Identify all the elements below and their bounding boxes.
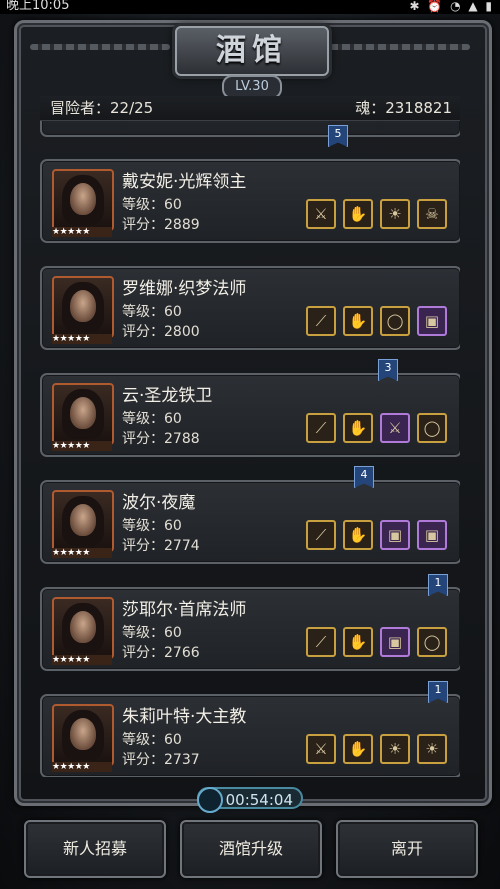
hero-portrait[interactable] (52, 276, 114, 338)
equipment-slot-icon[interactable]: ☠ (417, 199, 447, 229)
hero-level: 等级：60 (122, 732, 182, 748)
portrait-face (70, 718, 96, 750)
hero-card[interactable]: ★★★★★ 莎耶尔·首席法师等级：60 评分：2766 ⟋ ✋ ▣ ◯ (40, 587, 460, 671)
equipment-slot-icon[interactable]: ▣ (380, 627, 410, 657)
equipment-slot-icon[interactable]: ▣ (417, 520, 447, 550)
portrait-face (70, 183, 96, 215)
hero-name: 云·圣龙铁卫 (122, 386, 213, 406)
equipment-slot-icon[interactable]: ☀ (380, 199, 410, 229)
equipment-slot-icon[interactable]: ✋ (343, 520, 373, 550)
equipment-slot-icon[interactable]: ✋ (343, 627, 373, 657)
equipment-slot-icon[interactable]: ⟋ (306, 520, 336, 550)
hero-card[interactable]: ★★★★★ 戴安妮·光辉领主等级：60 评分：2889 ⚔ ✋ ☀ ☠ (40, 159, 460, 243)
soul-currency: 魂：2318821 (355, 99, 452, 117)
hero-card[interactable]: ★★★★★ 罗维娜·织梦法师等级：60 评分：2800 ⟋ ✋ ◯ ▣ (40, 266, 460, 350)
hero-portrait[interactable] (52, 597, 114, 659)
adventurer-count: 冒险者：22/25 (50, 99, 154, 117)
hero-name: 朱莉叶特·大主教 (122, 707, 247, 727)
hero-score: 评分：2737 (122, 752, 200, 768)
hero-card[interactable]: ★★★★★ 波尔·夜魔 等级：60 评分：2774 ⟋ ✋ ▣ ▣ (40, 480, 460, 564)
portrait-face (70, 397, 96, 429)
status-time: 晚上10:05 (6, 0, 70, 13)
equipment-slot-icon[interactable]: ✋ (343, 199, 373, 229)
hero-level: 等级：60 (122, 411, 182, 427)
hero-card-partial[interactable] (40, 121, 460, 137)
hero-score: 评分：2788 (122, 431, 200, 447)
hero-list[interactable]: ★★★★★ 戴安妮·光辉领主 等级：60 评分：2889 ⚔ ✋ ☀ ☠ ★★★★★ 罗维娜·织梦… (40, 121, 460, 777)
hero-portrait[interactable] (52, 169, 114, 231)
recruit-button[interactable]: 新人招募 (24, 820, 166, 878)
hero-score: 评分：2766 (122, 645, 200, 661)
chain-decoration-left (30, 44, 170, 50)
refresh-timer: 00:54:04 (197, 787, 303, 813)
equipment-slot-icon[interactable]: ⟋ (306, 306, 336, 336)
equipment-slot-icon[interactable]: ☀ (417, 734, 447, 764)
equipment-slot-icon[interactable]: ◯ (417, 413, 447, 443)
portrait-face (70, 504, 96, 536)
timer-value: 00:54:04 (225, 791, 293, 809)
hero-stars: ★★★★★ (52, 334, 112, 344)
hero-portrait[interactable] (52, 704, 114, 766)
equipment-slot-icon[interactable]: ◯ (380, 306, 410, 336)
hero-stars: ★★★★★ (52, 441, 112, 451)
hero-level: 等级：60 (122, 304, 182, 320)
hero-name: 戴安妮·光辉领主 (122, 172, 247, 192)
hero-level: 等级：60 (122, 625, 182, 641)
upgrade-tavern-button[interactable]: 酒馆升级 (180, 820, 322, 878)
hero-portrait[interactable] (52, 490, 114, 552)
hero-score: 评分：2800 (122, 324, 200, 340)
equipment-slot-icon[interactable]: ⚔ (306, 199, 336, 229)
hero-stars: ★★★★★ (52, 762, 112, 772)
hero-level: 等级：60 (122, 518, 182, 534)
status-bar: 晚上10:05 ✱ ⏰ ◔ ▲ ▮ (0, 0, 500, 14)
equipment-slot-icon[interactable]: ✋ (343, 306, 373, 336)
hero-score: 评分：2774 (122, 538, 200, 554)
clock-icon (197, 787, 223, 813)
portrait-face (70, 290, 96, 322)
hero-stars: ★★★★★ (52, 655, 112, 665)
hero-stars: ★★★★★ (52, 227, 112, 237)
equipment-slot-icon[interactable]: ⟋ (306, 627, 336, 657)
equipment-slot-icon[interactable]: ✋ (343, 734, 373, 764)
equipment-slot-icon[interactable]: ⚔ (306, 734, 336, 764)
leave-button[interactable]: 离开 (336, 820, 478, 878)
equipment-slot-icon[interactable]: ▣ (380, 520, 410, 550)
equipment-slot-icon[interactable]: ⚔ (380, 413, 410, 443)
equipment-slot-icon[interactable]: ◯ (417, 627, 447, 657)
page-title: 酒馆 (175, 26, 329, 76)
hero-portrait[interactable] (52, 383, 114, 445)
equipment-slot-icon[interactable]: ⟋ (306, 413, 336, 443)
chain-decoration-right (330, 44, 470, 50)
rank-ribbon: 5 (328, 125, 348, 147)
hero-name: 罗维娜·织梦法师 (122, 279, 247, 299)
hero-name: 莎耶尔·首席法师 (122, 600, 247, 620)
portrait-face (70, 611, 96, 643)
status-icons: ✱ ⏰ ◔ ▲ ▮ (409, 0, 494, 13)
info-bar: 冒险者：22/25 魂：2318821 (40, 96, 460, 121)
hero-card[interactable]: ★★★★★ 云·圣龙铁卫等级：60 评分：2788 ⟋ ✋ ⚔ ◯ (40, 373, 460, 457)
equipment-slot-icon[interactable]: ☀ (380, 734, 410, 764)
hero-name: 波尔·夜魔 (122, 493, 196, 513)
hero-level: 等级：60 (122, 197, 182, 213)
hero-stars: ★★★★★ (52, 548, 112, 558)
hero-score: 评分：2889 (122, 217, 200, 233)
equipment-slot-icon[interactable]: ✋ (343, 413, 373, 443)
hero-card[interactable]: ★★★★★ 朱莉叶特·大主教 等级：60 评分：2737 ⚔ ✋ ☀ ☀ (40, 694, 460, 777)
equipment-slot-icon[interactable]: ▣ (417, 306, 447, 336)
